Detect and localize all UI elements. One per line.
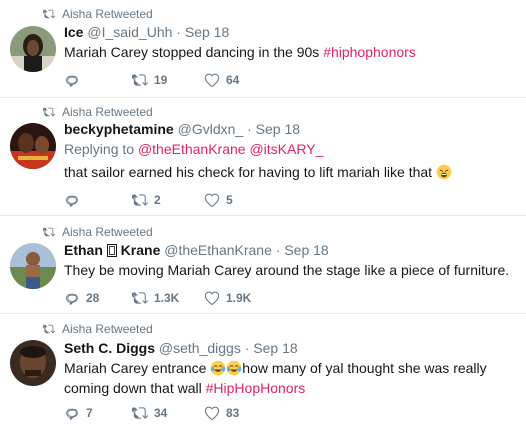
tweet-header: beckyphetamine @Gvldxn_ · Sep 18	[64, 120, 518, 138]
heart-icon	[204, 72, 220, 88]
reply-icon	[64, 192, 80, 208]
retweet-button[interactable]: 19	[132, 72, 204, 88]
mention-link[interactable]: @theEthanKrane	[138, 141, 246, 157]
tweet-text-body: that sailor earned his check for having …	[64, 164, 433, 180]
retweet-small-icon	[42, 323, 56, 335]
display-name[interactable]: Ice	[64, 24, 83, 40]
avatar[interactable]	[10, 243, 56, 289]
tweet-header: Ice @I_said_Uhh · Sep 18	[64, 23, 518, 41]
retweeted-by: Aisha Retweeted	[42, 322, 153, 336]
mention-link[interactable]: @itsKARY_	[249, 141, 323, 157]
tweet[interactable]: Aisha Retweeted Seth C. Diggs @seth_digg…	[0, 314, 526, 428]
display-name-first: Ethan	[64, 242, 103, 258]
replying-to: Replying to @theEthanKrane @itsKARY_	[64, 139, 518, 159]
tweet[interactable]: Aisha Retweeted Ethan Krane @theEthanKra…	[0, 216, 526, 314]
retweeted-by-label: Aisha Retweeted	[62, 225, 153, 239]
separator-dot: ·	[176, 24, 181, 40]
like-button[interactable]: 83	[204, 405, 239, 421]
reply-count: 7	[86, 406, 93, 420]
reply-icon	[64, 405, 80, 421]
retweet-button[interactable]: 1.3K	[132, 290, 204, 306]
heart-icon	[204, 405, 220, 421]
tweet[interactable]: Aisha Retweeted beckyphetamine @Gvldxn_ …	[0, 98, 526, 216]
heart-icon	[204, 290, 220, 306]
retweeted-by-label: Aisha Retweeted	[62, 322, 153, 336]
user-handle[interactable]: @I_said_Uhh	[87, 24, 172, 40]
retweeted-by-label: Aisha Retweeted	[62, 7, 153, 21]
reply-icon	[64, 72, 80, 88]
like-button[interactable]: 5	[204, 192, 233, 208]
weary-face-emoji-icon	[436, 164, 452, 180]
like-count: 83	[226, 406, 240, 420]
tweet-header: Seth C. Diggs @seth_diggs · Sep 18	[64, 339, 518, 357]
retweet-small-icon	[42, 106, 56, 118]
timestamp[interactable]: Sep 18	[185, 24, 229, 40]
separator-dot: ·	[247, 121, 252, 137]
tears-of-joy-emoji-icon	[210, 360, 226, 376]
tears-of-joy-emoji-icon	[226, 360, 242, 376]
tweet-text: Mariah Carey entrance how many of yal th…	[64, 358, 518, 398]
avatar[interactable]	[10, 26, 56, 72]
retweet-icon	[132, 290, 148, 306]
like-button[interactable]: 64	[204, 72, 239, 88]
reply-count: 28	[86, 291, 100, 305]
retweet-small-icon	[42, 226, 56, 238]
heart-icon	[204, 192, 220, 208]
user-handle[interactable]: @seth_diggs	[159, 340, 241, 356]
avatar[interactable]	[10, 340, 56, 386]
display-name[interactable]: Seth C. Diggs	[64, 340, 155, 356]
retweet-icon	[132, 72, 148, 88]
hashtag-link[interactable]: #HipHopHonors	[206, 380, 306, 396]
like-count: 1.9K	[226, 291, 252, 305]
retweet-small-icon	[42, 8, 56, 20]
timestamp[interactable]: Sep 18	[253, 340, 297, 356]
retweet-count: 2	[154, 193, 161, 207]
replying-to-label: Replying to	[64, 141, 138, 157]
avatar[interactable]	[10, 123, 56, 169]
retweet-count: 19	[154, 73, 168, 87]
flag-emoji-icon	[106, 244, 117, 257]
tweet-text-body: Mariah Carey stopped dancing in the 90s	[64, 44, 324, 60]
tweet-actions: 19 64	[64, 72, 239, 88]
display-name-last: Krane	[120, 242, 161, 258]
tweet-actions: 7 34 83	[64, 405, 239, 421]
separator-dot: ·	[244, 340, 250, 356]
like-count: 64	[226, 73, 240, 87]
retweet-icon	[132, 192, 148, 208]
hashtag-link[interactable]: #hiphophonors	[323, 44, 416, 60]
timestamp[interactable]: Sep 18	[256, 121, 300, 137]
tweet-actions: 2 5	[64, 192, 233, 208]
retweet-count: 34	[154, 406, 168, 420]
display-name[interactable]: Ethan Krane	[64, 242, 160, 258]
retweeted-by: Aisha Retweeted	[42, 7, 153, 21]
user-handle[interactable]: @Gvldxn_	[178, 121, 244, 137]
display-name[interactable]: beckyphetamine	[64, 121, 174, 137]
like-button[interactable]: 1.9K	[204, 290, 251, 306]
tweet-header: Ethan Krane @theEthanKrane · Sep 18	[64, 241, 518, 259]
retweet-icon	[132, 405, 148, 421]
tweet[interactable]: Aisha Retweeted Ice @I_said_Uhh · Sep 18…	[0, 0, 526, 98]
retweeted-by-label: Aisha Retweeted	[62, 105, 153, 119]
separator-dot: ·	[275, 242, 281, 258]
retweet-count: 1.3K	[154, 291, 180, 305]
timeline: Aisha Retweeted Ice @I_said_Uhh · Sep 18…	[0, 0, 526, 428]
reply-button[interactable]: 7	[64, 405, 132, 421]
tweet-text-body: Mariah Carey entrance	[64, 360, 211, 376]
timestamp[interactable]: Sep 18	[284, 242, 328, 258]
tweet-text: that sailor earned his check for having …	[64, 162, 518, 182]
user-handle[interactable]: @theEthanKrane	[164, 242, 272, 258]
tweet-actions: 28 1.3K 1.9K	[64, 290, 251, 306]
retweeted-by: Aisha Retweeted	[42, 105, 153, 119]
reply-button[interactable]	[64, 192, 132, 208]
tweet-text: They be moving Mariah Carey around the s…	[64, 262, 510, 278]
retweet-button[interactable]: 34	[132, 405, 204, 421]
tweet-text: Mariah Carey stopped dancing in the 90s …	[64, 42, 518, 62]
reply-icon	[64, 290, 80, 306]
like-count: 5	[226, 193, 233, 207]
reply-button[interactable]: 28	[64, 290, 132, 306]
reply-button[interactable]	[64, 72, 132, 88]
retweet-button[interactable]: 2	[132, 192, 204, 208]
retweeted-by: Aisha Retweeted	[42, 225, 153, 239]
